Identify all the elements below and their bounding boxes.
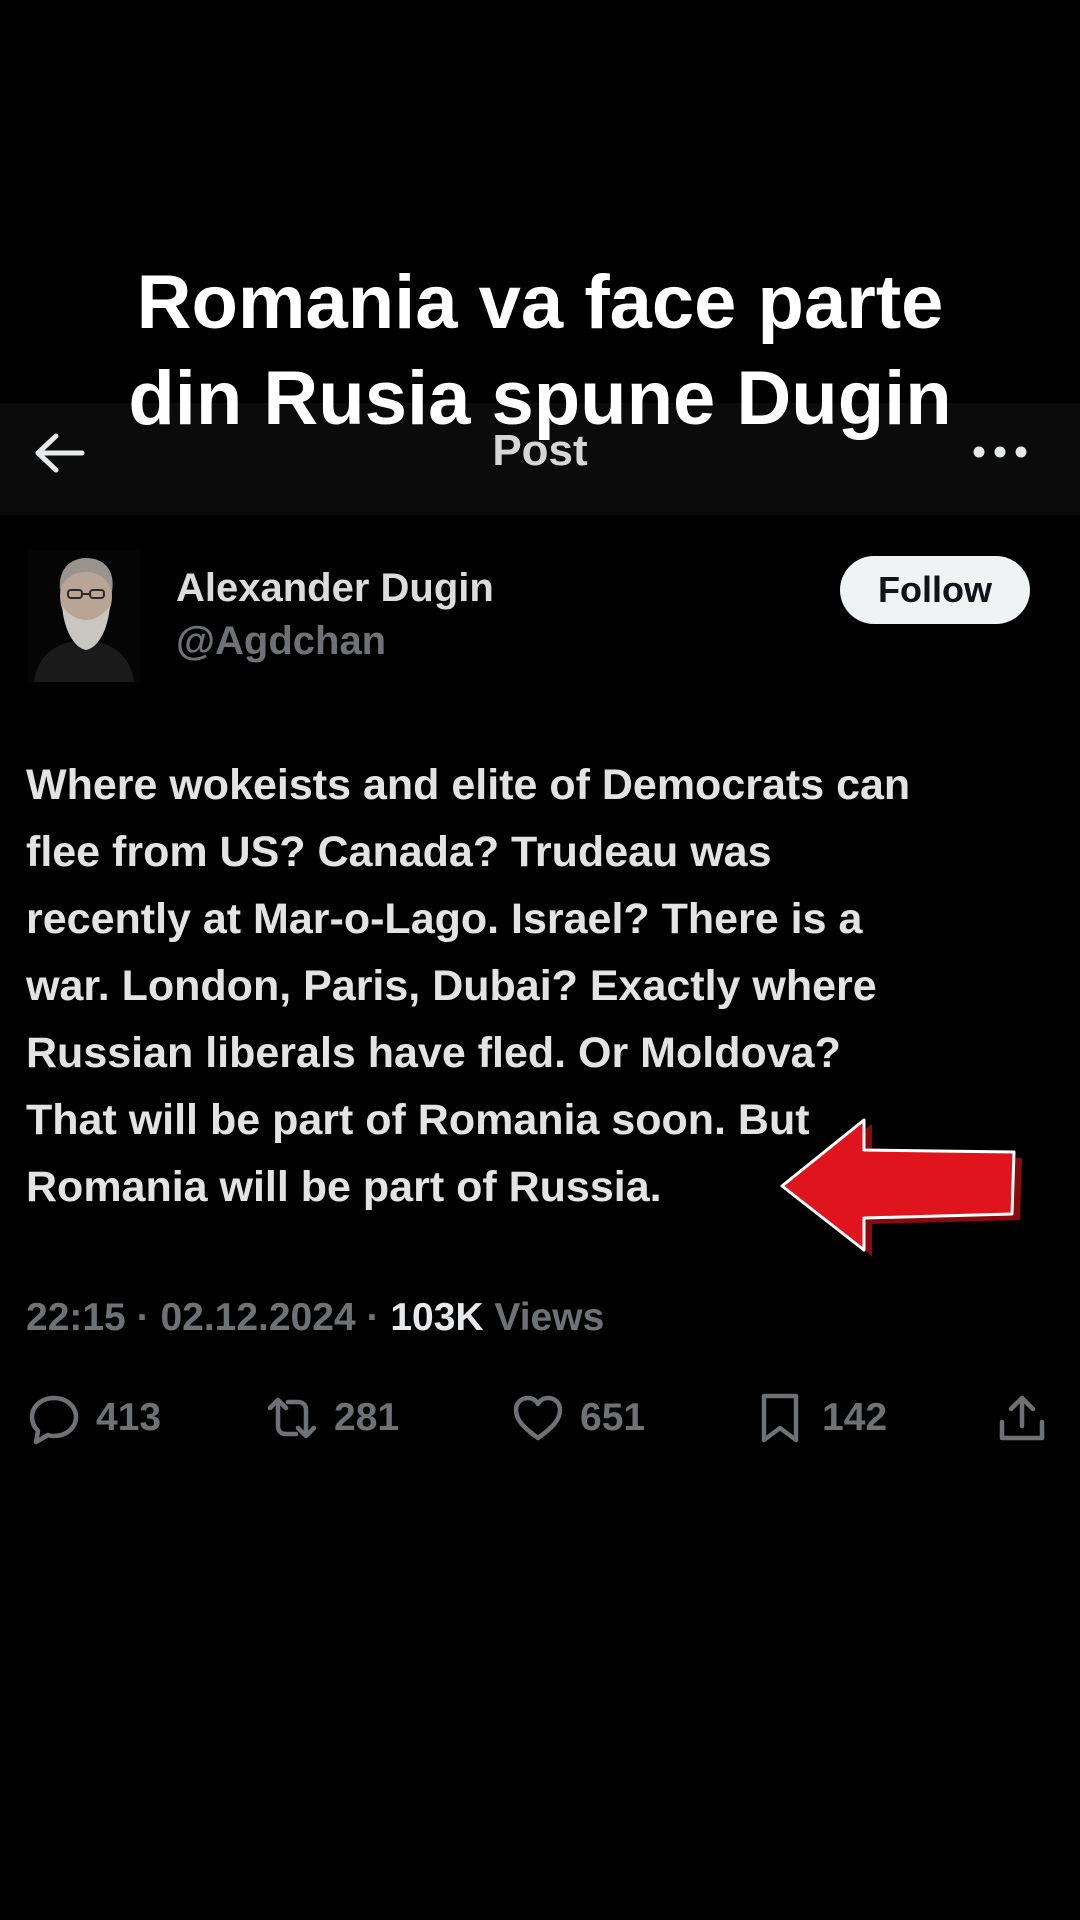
like-count: 651 [580, 1396, 646, 1439]
tweet-meta: 22:15 · 02.12.2024 · 103K Views [26, 1296, 604, 1340]
reply-count: 413 [96, 1396, 162, 1439]
author-handle[interactable]: @Agdchan [176, 619, 386, 664]
share-button[interactable] [994, 1388, 1050, 1448]
heart-icon [513, 1395, 563, 1441]
repost-button[interactable]: 281 [264, 1388, 399, 1448]
meta-separator: · [366, 1296, 380, 1339]
views-label: Views [494, 1296, 605, 1339]
repost-icon [267, 1397, 317, 1439]
tweet-line: flee from US? Canada? Trudeau was [26, 828, 772, 876]
tweet-line: Where wokeists and elite of Democrats ca… [26, 761, 911, 809]
tweet-line: recently at Mar-o-Lago. Israel? There is… [26, 895, 863, 943]
red-arrow-annotation-icon [780, 1118, 1022, 1256]
bookmark-count: 142 [822, 1396, 888, 1439]
bookmark-button[interactable]: 142 [752, 1388, 887, 1448]
caption-line-2: din Rusia spune Dugin [128, 356, 952, 441]
follow-button[interactable]: Follow [840, 556, 1030, 624]
avatar-portrait-icon [28, 550, 140, 682]
tweet-date: 02.12.2024 [160, 1296, 356, 1339]
share-icon [999, 1395, 1045, 1441]
video-caption-overlay: Romania va face parte din Rusia spune Du… [0, 255, 1080, 447]
views-count: 103K [390, 1296, 484, 1339]
tweet-time: 22:15 [26, 1296, 126, 1339]
caption-line-1: Romania va face parte [136, 260, 944, 345]
repost-count: 281 [334, 1396, 400, 1439]
tweet-line: war. London, Paris, Dubai? Exactly where [26, 962, 877, 1010]
author-name[interactable]: Alexander Dugin [176, 566, 494, 611]
meta-separator: · [136, 1296, 150, 1339]
reply-icon [29, 1395, 79, 1445]
avatar[interactable] [28, 550, 140, 682]
tweet-line: Russian liberals have fled. Or Moldova? [26, 1029, 841, 1077]
bookmark-icon [761, 1393, 799, 1443]
reply-button[interactable]: 413 [26, 1388, 161, 1448]
like-button[interactable]: 651 [510, 1388, 645, 1448]
